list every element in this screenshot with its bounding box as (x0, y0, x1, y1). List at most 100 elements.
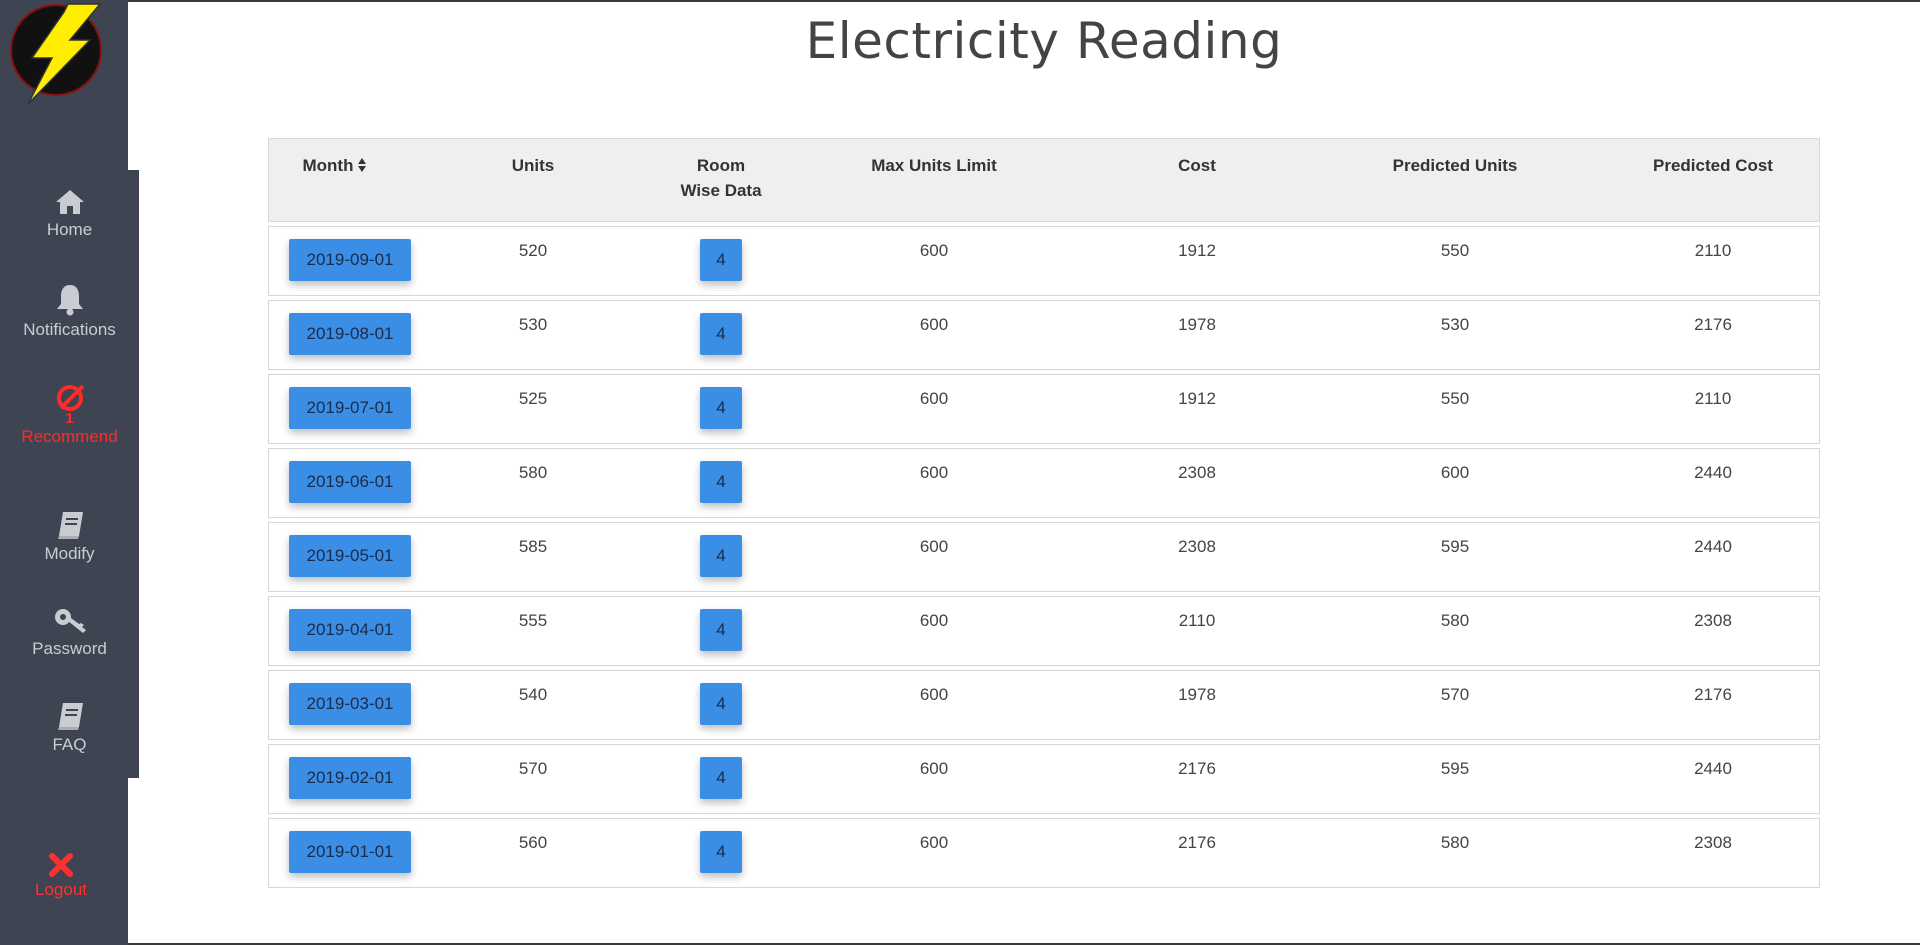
column-header-month[interactable]: Month (277, 153, 393, 178)
cost-cell: 2308 (1178, 537, 1216, 556)
room-wise-data-button[interactable]: 4 (700, 239, 742, 281)
max-units-cell: 600 (919, 685, 949, 704)
units-cell: 540 (518, 685, 548, 704)
book-icon (57, 703, 83, 730)
recommend-icon (56, 384, 84, 411)
sidebar-menu-panel (128, 170, 139, 778)
sidebar-item-label: Notifications (23, 320, 116, 339)
top-border (0, 0, 1920, 2)
logout-label: Logout (35, 880, 87, 899)
predicted-cost-cell: 2110 (1694, 389, 1732, 408)
predicted-units-cell: 595 (1440, 759, 1470, 778)
room-wise-data-button[interactable]: 4 (700, 387, 742, 429)
home-icon (55, 190, 84, 214)
table-row: 2019-05-01 585 4 600 2308 595 2440 (268, 522, 1820, 592)
cost-cell: 1912 (1178, 241, 1216, 260)
month-button[interactable]: 2019-07-01 (289, 387, 411, 429)
key-icon (54, 609, 86, 633)
sidebar-item-recommend[interactable]: 1 Recommend (0, 382, 139, 447)
readings-table: Month Units Room Wise Data Max Units Lim… (268, 138, 1820, 892)
max-units-cell: 600 (919, 537, 949, 556)
sidebar-item-home[interactable]: Home (0, 188, 139, 240)
predicted-units-cell: 550 (1440, 241, 1470, 260)
table-row: 2019-03-01 540 4 600 1978 570 2176 (268, 670, 1820, 740)
room-wise-data-button[interactable]: 4 (700, 461, 742, 503)
column-header-predicted-cost: Predicted Cost (1653, 156, 1773, 175)
sidebar-item-faq[interactable]: FAQ (0, 701, 139, 755)
cost-cell: 1978 (1178, 685, 1216, 704)
sidebar-item-modify[interactable]: Modify (0, 510, 139, 564)
column-header-cost: Cost (1178, 156, 1216, 175)
table-row: 2019-04-01 555 4 600 2110 580 2308 (268, 596, 1820, 666)
page-title: Electricity Reading (805, 12, 1283, 70)
column-header-units: Units (511, 156, 555, 175)
sidebar-item-label: Home (46, 220, 93, 239)
month-button[interactable]: 2019-02-01 (289, 757, 411, 799)
column-header-label: Month (302, 156, 354, 175)
room-wise-data-button[interactable]: 4 (700, 757, 742, 799)
table-row: 2019-06-01 580 4 600 2308 600 2440 (268, 448, 1820, 518)
sidebar-item-password[interactable]: Password (0, 607, 139, 659)
units-cell: 520 (518, 241, 548, 260)
predicted-cost-cell: 2440 (1694, 463, 1732, 482)
table-body: 2019-09-01 520 4 600 1912 550 2110 2019-08-01 53… (268, 226, 1820, 888)
cost-cell: 2110 (1178, 611, 1216, 630)
month-button[interactable]: 2019-08-01 (289, 313, 411, 355)
close-icon (49, 853, 73, 877)
predicted-units-cell: 600 (1440, 463, 1470, 482)
month-button[interactable]: 2019-04-01 (289, 609, 411, 651)
sidebar-item-notifications[interactable]: Notifications (0, 282, 139, 340)
month-button[interactable]: 2019-05-01 (289, 535, 411, 577)
cost-cell: 2176 (1178, 833, 1216, 852)
predicted-units-cell: 580 (1440, 833, 1470, 852)
logout-button[interactable]: Logout (0, 852, 122, 900)
room-wise-data-button[interactable]: 4 (700, 535, 742, 577)
units-cell: 525 (518, 389, 548, 408)
predicted-units-cell: 530 (1440, 315, 1470, 334)
predicted-cost-cell: 2110 (1694, 241, 1732, 260)
column-header-label: Wise Data (680, 181, 762, 200)
predicted-units-cell: 595 (1440, 537, 1470, 556)
units-cell: 570 (518, 759, 548, 778)
sidebar-item-label: Recommend (21, 427, 118, 446)
table-row: 2019-09-01 520 4 600 1912 550 2110 (268, 226, 1820, 296)
room-wise-data-button[interactable]: 4 (700, 609, 742, 651)
predicted-cost-cell: 2440 (1694, 759, 1732, 778)
book-icon (57, 512, 83, 539)
lightning-logo-icon[interactable] (8, 2, 112, 106)
sidebar-item-label: Password (32, 639, 107, 658)
cost-cell: 1978 (1178, 315, 1216, 334)
column-header-label: Room (696, 156, 746, 175)
cost-cell: 2176 (1178, 759, 1216, 778)
predicted-units-cell: 550 (1440, 389, 1470, 408)
predicted-units-cell: 570 (1440, 685, 1470, 704)
max-units-cell: 600 (919, 389, 949, 408)
room-wise-data-button[interactable]: 4 (700, 831, 742, 873)
month-button[interactable]: 2019-09-01 (289, 239, 411, 281)
table-row: 2019-01-01 560 4 600 2176 580 2308 (268, 818, 1820, 888)
max-units-cell: 600 (919, 241, 949, 260)
sort-icon[interactable] (357, 157, 367, 173)
units-cell: 585 (518, 537, 548, 556)
max-units-cell: 600 (919, 463, 949, 482)
sidebar (0, 0, 128, 945)
units-cell: 580 (518, 463, 548, 482)
predicted-cost-cell: 2176 (1694, 315, 1732, 334)
month-button[interactable]: 2019-06-01 (289, 461, 411, 503)
bell-icon (56, 285, 83, 316)
sidebar-item-label: FAQ (52, 735, 87, 754)
max-units-cell: 600 (919, 611, 949, 630)
cost-cell: 2308 (1178, 463, 1216, 482)
month-button[interactable]: 2019-01-01 (289, 831, 411, 873)
room-wise-data-button[interactable]: 4 (700, 683, 742, 725)
month-button[interactable]: 2019-03-01 (289, 683, 411, 725)
column-header-max-units-limit: Max Units Limit (871, 156, 997, 175)
predicted-cost-cell: 2440 (1694, 537, 1732, 556)
predicted-cost-cell: 2308 (1694, 833, 1732, 852)
table-row: 2019-02-01 570 4 600 2176 595 2440 (268, 744, 1820, 814)
column-header-room-wise-data: Room Wise Data (643, 153, 799, 203)
room-wise-data-button[interactable]: 4 (700, 313, 742, 355)
predicted-cost-cell: 2176 (1694, 685, 1732, 704)
table-row: 2019-07-01 525 4 600 1912 550 2110 (268, 374, 1820, 444)
table-row: 2019-08-01 530 4 600 1978 530 2176 (268, 300, 1820, 370)
